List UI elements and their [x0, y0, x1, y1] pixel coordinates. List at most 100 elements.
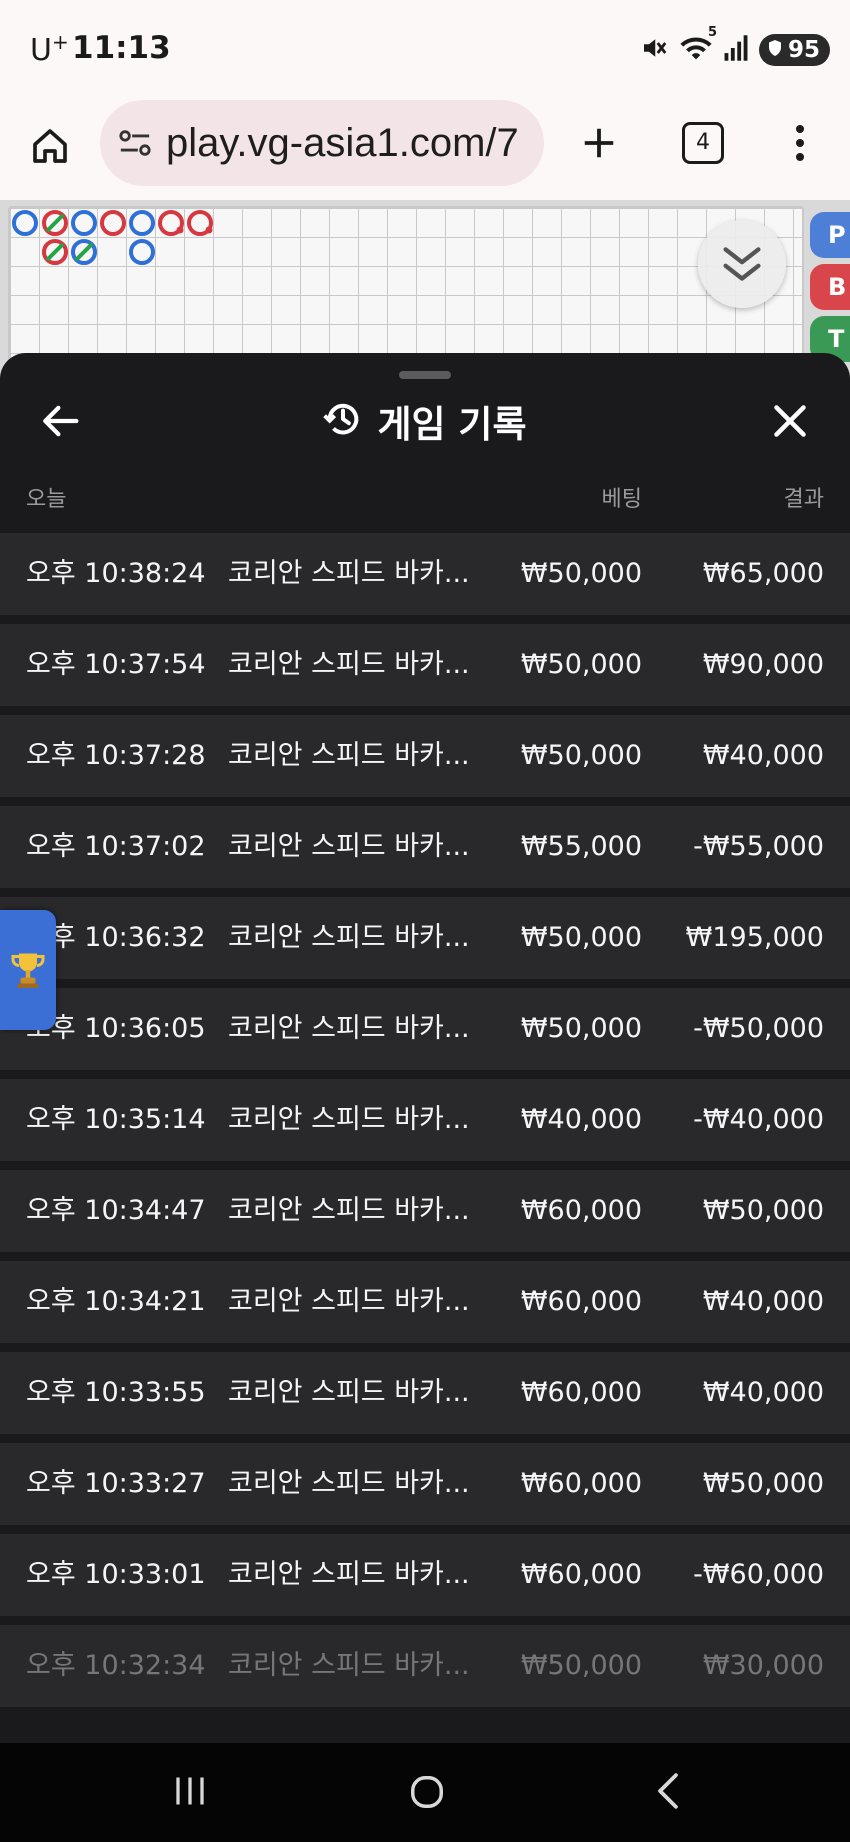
wifi-badge: 5 — [707, 25, 717, 40]
row-game: 코리안 스피드 바카... — [228, 1286, 470, 1317]
recents-button[interactable] — [172, 1773, 208, 1809]
row-result: ₩40,000 — [702, 1286, 824, 1317]
history-row[interactable]: 오후 10:37:02 코리안 스피드 바카... ₩55,000 -₩55,000 — [0, 806, 850, 888]
sheet-header: 게임 기록 — [0, 393, 850, 449]
history-list: 오후 10:38:24 코리안 스피드 바카... ₩50,000 ₩65,000 오… — [0, 533, 850, 1716]
row-game: 코리안 스피드 바카... — [228, 558, 470, 589]
history-row[interactable]: 오후 10:34:47 코리안 스피드 바카... ₩60,000 ₩50,000 — [0, 1170, 850, 1252]
row-bet: ₩60,000 — [520, 1377, 642, 1408]
row-game: 코리안 스피드 바카... — [228, 740, 470, 771]
row-result: -₩60,000 — [693, 1559, 824, 1590]
row-result: ₩30,000 — [702, 1650, 824, 1681]
home-circle-icon — [411, 1776, 443, 1808]
row-bet: ₩50,000 — [520, 922, 642, 953]
game-history-sheet: 게임 기록 오늘 베팅 결과 오후 10:38:24 코리안 스피드 바카... ₩… — [0, 353, 850, 1743]
history-row[interactable]: 오후 10:38:24 코리안 스피드 바카... ₩50,000 ₩65,000 — [0, 533, 850, 615]
row-time: 오후 10:37:02 — [26, 831, 206, 862]
row-time: 오후 10:34:21 — [26, 1286, 206, 1317]
row-time: 오후 10:33:27 — [26, 1468, 206, 1499]
road-markers — [12, 210, 213, 265]
row-game: 코리안 스피드 바카... — [228, 922, 470, 953]
row-game: 코리안 스피드 바카... — [228, 1650, 470, 1681]
row-time: 오후 10:37:54 — [26, 649, 206, 680]
row-bet: ₩50,000 — [520, 740, 642, 771]
kebab-menu-icon — [796, 125, 804, 161]
plus-icon — [584, 128, 614, 158]
wifi-icon: 5 — [679, 25, 717, 67]
side-tab-banker[interactable]: B — [810, 264, 850, 310]
close-icon — [774, 405, 806, 437]
chevron-left-icon — [658, 1773, 678, 1809]
row-result: ₩50,000 — [702, 1468, 824, 1499]
row-time: 오후 10:32:34 — [26, 1650, 206, 1681]
mute-icon — [639, 33, 669, 67]
row-bet: ₩50,000 — [520, 649, 642, 680]
history-icon — [323, 399, 363, 443]
row-result: -₩40,000 — [693, 1104, 824, 1135]
home-icon — [33, 129, 67, 163]
column-header-result: 결과 — [783, 487, 824, 512]
row-result: ₩65,000 — [702, 558, 824, 589]
more-menu-button[interactable] — [786, 118, 814, 168]
row-game: 코리안 스피드 바카... — [228, 1104, 470, 1135]
leaderboard-tab[interactable] — [0, 910, 56, 1030]
browser-toolbar: play.vg-asia1.com/7 4 — [0, 96, 850, 200]
row-result: ₩40,000 — [702, 740, 824, 771]
row-bet: ₩50,000 — [520, 558, 642, 589]
row-result: -₩50,000 — [693, 1013, 824, 1044]
home-button[interactable] — [24, 120, 76, 172]
clock: 11:13 — [72, 30, 171, 66]
row-time: 오후 10:33:55 — [26, 1377, 206, 1408]
row-game: 코리안 스피드 바카... — [228, 1013, 470, 1044]
history-row[interactable]: 오후 10:32:34 코리안 스피드 바카... ₩50,000 ₩30,000 — [0, 1625, 850, 1707]
site-settings-icon[interactable] — [118, 125, 154, 161]
side-tab-player[interactable]: P — [810, 212, 850, 258]
system-nav-bar — [0, 1743, 850, 1842]
system-home-button[interactable] — [408, 1773, 446, 1811]
row-game: 코리안 스피드 바카... — [228, 1559, 470, 1590]
history-row[interactable]: 오후 10:37:28 코리안 스피드 바카... ₩50,000 ₩40,000 — [0, 715, 850, 797]
history-row[interactable]: 오후 10:33:55 코리안 스피드 바카... ₩60,000 ₩40,000 — [0, 1352, 850, 1434]
double-chevron-down-icon — [723, 247, 761, 281]
page-title: 게임 기록 — [377, 403, 527, 446]
row-bet: ₩40,000 — [520, 1104, 642, 1135]
history-row[interactable]: 오후 10:36:32 코리안 스피드 바카... ₩50,000 ₩195,000 — [0, 897, 850, 979]
row-game: 코리안 스피드 바카... — [228, 1195, 470, 1226]
system-back-button[interactable] — [650, 1773, 686, 1809]
collapse-button[interactable] — [698, 220, 786, 308]
history-row[interactable]: 오후 10:37:54 코리안 스피드 바카... ₩50,000 ₩90,000 — [0, 624, 850, 706]
row-time: 오후 10:38:24 — [26, 558, 206, 589]
tab-switcher-button[interactable]: 4 — [682, 122, 724, 164]
row-game: 코리안 스피드 바카... — [228, 649, 470, 680]
new-tab-button[interactable] — [574, 118, 624, 168]
row-game: 코리안 스피드 바카... — [228, 1377, 470, 1408]
row-result: ₩40,000 — [702, 1377, 824, 1408]
row-bet: ₩50,000 — [520, 1013, 642, 1044]
trophy-icon — [11, 953, 45, 988]
battery-indicator: 95 — [758, 34, 830, 66]
history-row[interactable]: 오후 10:33:01 코리안 스피드 바카... ₩60,000 -₩60,000 — [0, 1534, 850, 1616]
column-header-date: 오늘 — [26, 487, 67, 512]
row-time: 오후 10:35:14 — [26, 1104, 206, 1135]
history-row[interactable]: 오후 10:35:14 코리안 스피드 바카... ₩40,000 -₩40,000 — [0, 1079, 850, 1161]
history-row[interactable]: 오후 10:33:27 코리안 스피드 바카... ₩60,000 ₩50,000 — [0, 1443, 850, 1525]
row-time: 오후 10:37:28 — [26, 740, 206, 771]
row-result: -₩55,000 — [693, 831, 824, 862]
history-row[interactable]: 오후 10:34:21 코리안 스피드 바카... ₩60,000 ₩40,000 — [0, 1261, 850, 1343]
row-bet: ₩55,000 — [520, 831, 642, 862]
row-bet: ₩50,000 — [520, 1650, 642, 1681]
row-result: ₩50,000 — [702, 1195, 824, 1226]
close-button[interactable] — [768, 399, 812, 443]
sheet-drag-handle[interactable] — [399, 371, 451, 379]
row-result: ₩90,000 — [702, 649, 824, 680]
carrier-label: U+ — [30, 30, 69, 68]
status-bar: U+ 11:13 5 95 — [0, 0, 850, 96]
history-row[interactable]: 오후 10:36:05 코리안 스피드 바카... ₩50,000 -₩50,000 — [0, 988, 850, 1070]
address-bar[interactable]: play.vg-asia1.com/7 — [100, 100, 544, 186]
battery-level: 95 — [787, 37, 820, 63]
row-bet: ₩60,000 — [520, 1195, 642, 1226]
row-game: 코리안 스피드 바카... — [228, 1468, 470, 1499]
signal-icon — [723, 34, 749, 66]
row-bet: ₩60,000 — [520, 1468, 642, 1499]
row-game: 코리안 스피드 바카... — [228, 831, 470, 862]
